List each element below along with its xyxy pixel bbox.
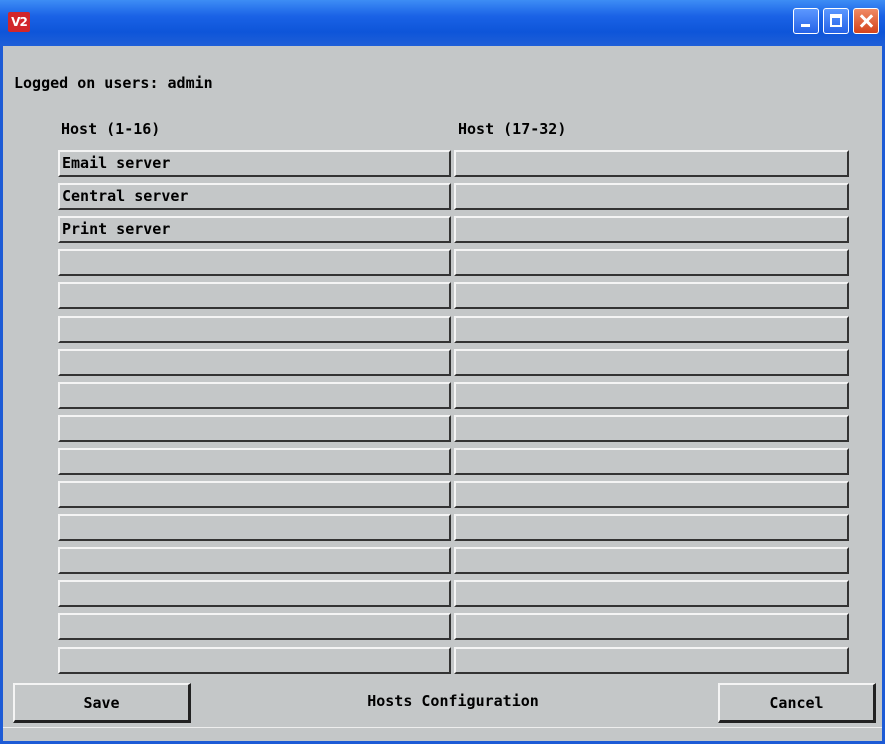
host-field-left-12[interactable] [58,514,451,541]
host-field-right-15[interactable] [454,613,849,640]
host-field-left-7[interactable] [58,349,451,376]
host-field-right-5[interactable] [454,282,849,309]
minimize-icon [801,24,810,27]
app-logo-icon: V2 [8,12,30,32]
host-field-right-2[interactable] [454,183,849,210]
dialog-title: Hosts Configuration [367,692,539,710]
column-header-hosts-1-16: Host (1-16) [61,120,161,138]
divider [3,727,882,728]
host-field-left-13[interactable] [58,547,451,574]
save-button[interactable]: Save [13,683,191,723]
host-field-left-15[interactable] [58,613,451,640]
cancel-button[interactable]: Cancel [718,683,876,723]
host-field-left-3[interactable]: Print server [58,216,451,243]
host-field-left-11[interactable] [58,481,451,508]
host-field-left-2[interactable]: Central server [58,183,451,210]
title-bar[interactable]: V2 [0,0,885,46]
host-field-left-4[interactable] [58,249,451,276]
maximize-icon [830,14,842,27]
host-field-left-6[interactable] [58,316,451,343]
minimize-button[interactable] [793,8,819,34]
host-field-right-3[interactable] [454,216,849,243]
host-field-right-6[interactable] [454,316,849,343]
column-header-hosts-17-32: Host (17-32) [458,120,567,138]
maximize-button[interactable] [823,8,849,34]
host-field-right-9[interactable] [454,415,849,442]
host-field-right-13[interactable] [454,547,849,574]
host-field-left-1[interactable]: Email server [58,150,451,177]
host-field-right-14[interactable] [454,580,849,607]
hosts-config-window: V2 Logged on users: admin Host (1-16) Ho… [0,0,885,744]
host-field-left-8[interactable] [58,382,451,409]
host-field-right-10[interactable] [454,448,849,475]
host-field-left-9[interactable] [58,415,451,442]
host-field-right-8[interactable] [454,382,849,409]
host-field-right-12[interactable] [454,514,849,541]
host-field-right-16[interactable] [454,647,849,674]
host-field-left-14[interactable] [58,580,451,607]
host-field-right-1[interactable] [454,150,849,177]
close-button[interactable] [853,8,879,34]
logged-users-label: Logged on users: admin [14,74,213,92]
close-icon [854,9,878,33]
host-field-left-16[interactable] [58,647,451,674]
host-field-right-11[interactable] [454,481,849,508]
host-field-right-4[interactable] [454,249,849,276]
host-field-left-5[interactable] [58,282,451,309]
host-field-right-7[interactable] [454,349,849,376]
host-field-left-10[interactable] [58,448,451,475]
